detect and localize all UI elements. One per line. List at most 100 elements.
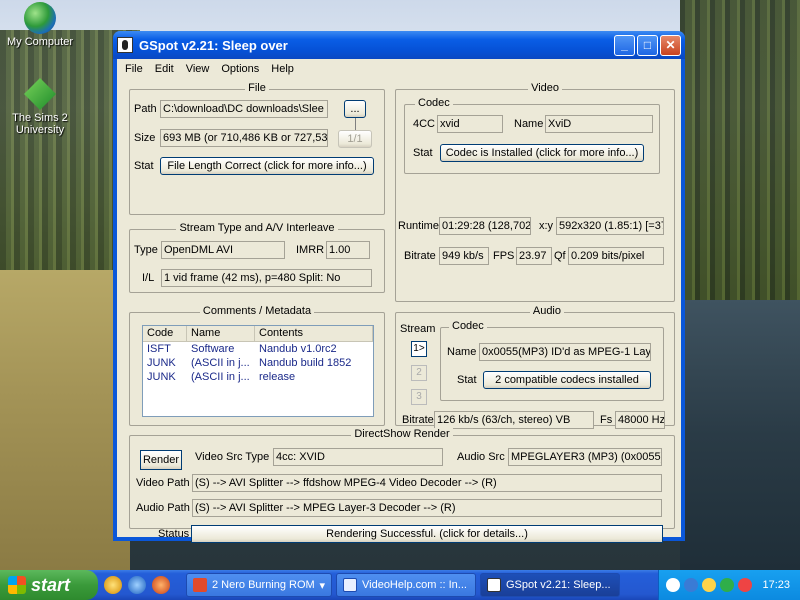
audio-codec-group: Codec Name 0x0055(MP3) ID'd as MPEG-1 La…: [440, 320, 664, 401]
window-title: GSpot v2.21: Sleep over: [139, 37, 288, 53]
col-code[interactable]: Code: [143, 326, 187, 341]
clock[interactable]: 17:23: [762, 579, 790, 591]
minimize-button[interactable]: _: [614, 34, 635, 56]
render-status-button[interactable]: Rendering Successful. (click for details…: [191, 525, 663, 543]
video-codec-group: Codec 4CC xvid Name XviD Stat Codec is I…: [404, 97, 660, 174]
gspot-window: GSpot v2.21: Sleep over _ □ ✕ File Edit …: [113, 31, 685, 543]
desktop-icon-label: The Sims 2 University: [12, 112, 68, 136]
maximize-button[interactable]: □: [637, 34, 658, 56]
list-item[interactable]: ISFT Software Nandub v1.0rc2: [143, 342, 373, 356]
audio-codec-stat-button[interactable]: 2 compatible codecs installed: [483, 371, 651, 389]
video-src-type-field: 4cc: XVID: [273, 448, 443, 466]
menu-help[interactable]: Help: [265, 63, 300, 75]
start-label: start: [31, 574, 71, 595]
video-legend: Video: [528, 82, 562, 94]
desktop-icon-my-computer[interactable]: My Computer: [0, 2, 80, 48]
tray-shield-icon[interactable]: [720, 578, 735, 592]
tray-update-icon[interactable]: [738, 578, 753, 592]
imrr-label: IMRR: [296, 244, 325, 256]
row-code: JUNK: [147, 357, 176, 369]
video-stat-label: Stat: [413, 147, 433, 159]
fourcc-label: 4CC: [413, 118, 436, 130]
file-stat-button[interactable]: File Length Correct (click for more info…: [160, 157, 374, 175]
col-name[interactable]: Name: [187, 326, 255, 341]
browse-button[interactable]: ...: [344, 100, 366, 118]
audio-path-label: Audio Path: [136, 502, 190, 514]
quicklaunch-media-icon[interactable]: [152, 576, 170, 594]
render-button[interactable]: Render: [140, 450, 182, 470]
task-gspot[interactable]: GSpot v2.21: Sleep...: [480, 573, 620, 597]
fps-field: 23.97: [516, 247, 552, 265]
stream-legend: Stream Type and A/V Interleave: [176, 222, 338, 234]
type-label: Type: [134, 244, 158, 256]
task-label: GSpot v2.21: Sleep...: [506, 579, 611, 591]
audio-src-label: Audio Src: [457, 451, 505, 463]
menu-options[interactable]: Options: [215, 63, 265, 75]
tray-msn-icon[interactable]: [702, 578, 717, 592]
part-button[interactable]: 1/1: [338, 130, 372, 148]
start-button[interactable]: start: [0, 570, 98, 600]
stream-type-group: Stream Type and A/V Interleave Type Open…: [129, 222, 385, 293]
video-group: Video Codec 4CC xvid Name XviD Stat Code…: [395, 82, 675, 302]
row-contents: Nandub build 1852: [259, 357, 352, 369]
tray-speaker-icon[interactable]: [666, 578, 681, 592]
task-label: 2 Nero Burning ROM: [212, 579, 315, 591]
menu-view[interactable]: View: [180, 63, 216, 75]
video-name-field: XviD: [545, 115, 653, 133]
audio-legend: Audio: [529, 305, 564, 317]
task-videohelp[interactable]: VideoHelp.com :: In...: [336, 573, 476, 597]
qf-label: Qf: [554, 250, 566, 262]
desktop-wallpaper-lake: [680, 300, 800, 570]
menu-edit[interactable]: Edit: [149, 63, 180, 75]
windows-flag-icon: [8, 576, 26, 594]
video-path-label: Video Path: [136, 477, 190, 489]
file-group: File Path C:\download\DC downloads\Slee …: [129, 82, 385, 215]
path-field[interactable]: C:\download\DC downloads\Slee: [160, 100, 328, 118]
desktop-wallpaper-forest: [680, 0, 800, 300]
status-label: Status: [158, 528, 190, 540]
gspot-task-icon: [487, 578, 501, 592]
video-src-type-label: Video Src Type: [195, 451, 270, 463]
runtime-field: 01:29:28 (128,702: [439, 217, 531, 235]
list-item[interactable]: JUNK (ASCII in j... Nandub build 1852: [143, 356, 373, 370]
title-bar[interactable]: GSpot v2.21: Sleep over _ □ ✕: [113, 31, 685, 59]
desktop-wallpaper-meadow: [0, 270, 130, 570]
comments-group: Comments / Metadata Code Name Contents I…: [129, 305, 385, 426]
video-bitrate-label: Bitrate: [404, 250, 436, 262]
audio-codec-legend: Codec: [449, 320, 487, 332]
row-name: (ASCII in j...: [191, 357, 250, 369]
tray-network-icon[interactable]: [684, 578, 699, 592]
audio-src-field: MPEGLAYER3 (MP3) (0x0055): [508, 448, 662, 466]
quicklaunch-msn-icon[interactable]: [104, 576, 122, 594]
menu-file[interactable]: File: [119, 63, 149, 75]
quicklaunch-ie-icon[interactable]: [128, 576, 146, 594]
video-bitrate-field: 949 kb/s: [439, 247, 489, 265]
fs-label: Fs: [600, 414, 613, 426]
stat-label: Stat: [134, 160, 154, 172]
row-contents: Nandub v1.0rc2: [259, 343, 337, 355]
video-name-label: Name: [514, 118, 544, 130]
audio-name-label: Name: [447, 346, 477, 358]
directshow-legend: DirectShow Render: [351, 428, 453, 440]
audio-stream-2-button[interactable]: 2: [411, 365, 427, 381]
audio-stream-3-button[interactable]: 3: [411, 389, 427, 405]
browser-page-icon: [343, 578, 357, 592]
row-code: ISFT: [147, 343, 171, 355]
fps-label: FPS: [493, 250, 515, 262]
task-nero[interactable]: 2 Nero Burning ROM ▾: [186, 573, 332, 597]
audio-stream-1-button[interactable]: 1>: [411, 341, 427, 357]
comments-list[interactable]: Code Name Contents ISFT Software Nandub …: [142, 325, 374, 417]
window-client: File Edit View Options Help File Path C:…: [117, 59, 681, 543]
audio-path-field: (S) --> AVI Splitter --> MPEG Layer-3 De…: [192, 499, 662, 517]
video-codec-stat-button[interactable]: Codec is Installed (click for more info.…: [440, 144, 644, 162]
audio-stat-label: Stat: [457, 374, 477, 386]
imrr-field: 1.00: [326, 241, 370, 259]
desktop-icon-sims2-university[interactable]: The Sims 2 University: [0, 78, 80, 136]
row-name: (ASCII in j...: [191, 371, 250, 383]
xy-field: 592x320 (1.85:1) [=37: [556, 217, 664, 235]
list-item[interactable]: JUNK (ASCII in j... release: [143, 370, 373, 384]
col-contents[interactable]: Contents: [255, 326, 373, 341]
il-field: 1 vid frame (42 ms), p=480 Split: No: [161, 269, 372, 287]
close-button[interactable]: ✕: [660, 34, 681, 56]
row-contents: release: [259, 371, 296, 383]
